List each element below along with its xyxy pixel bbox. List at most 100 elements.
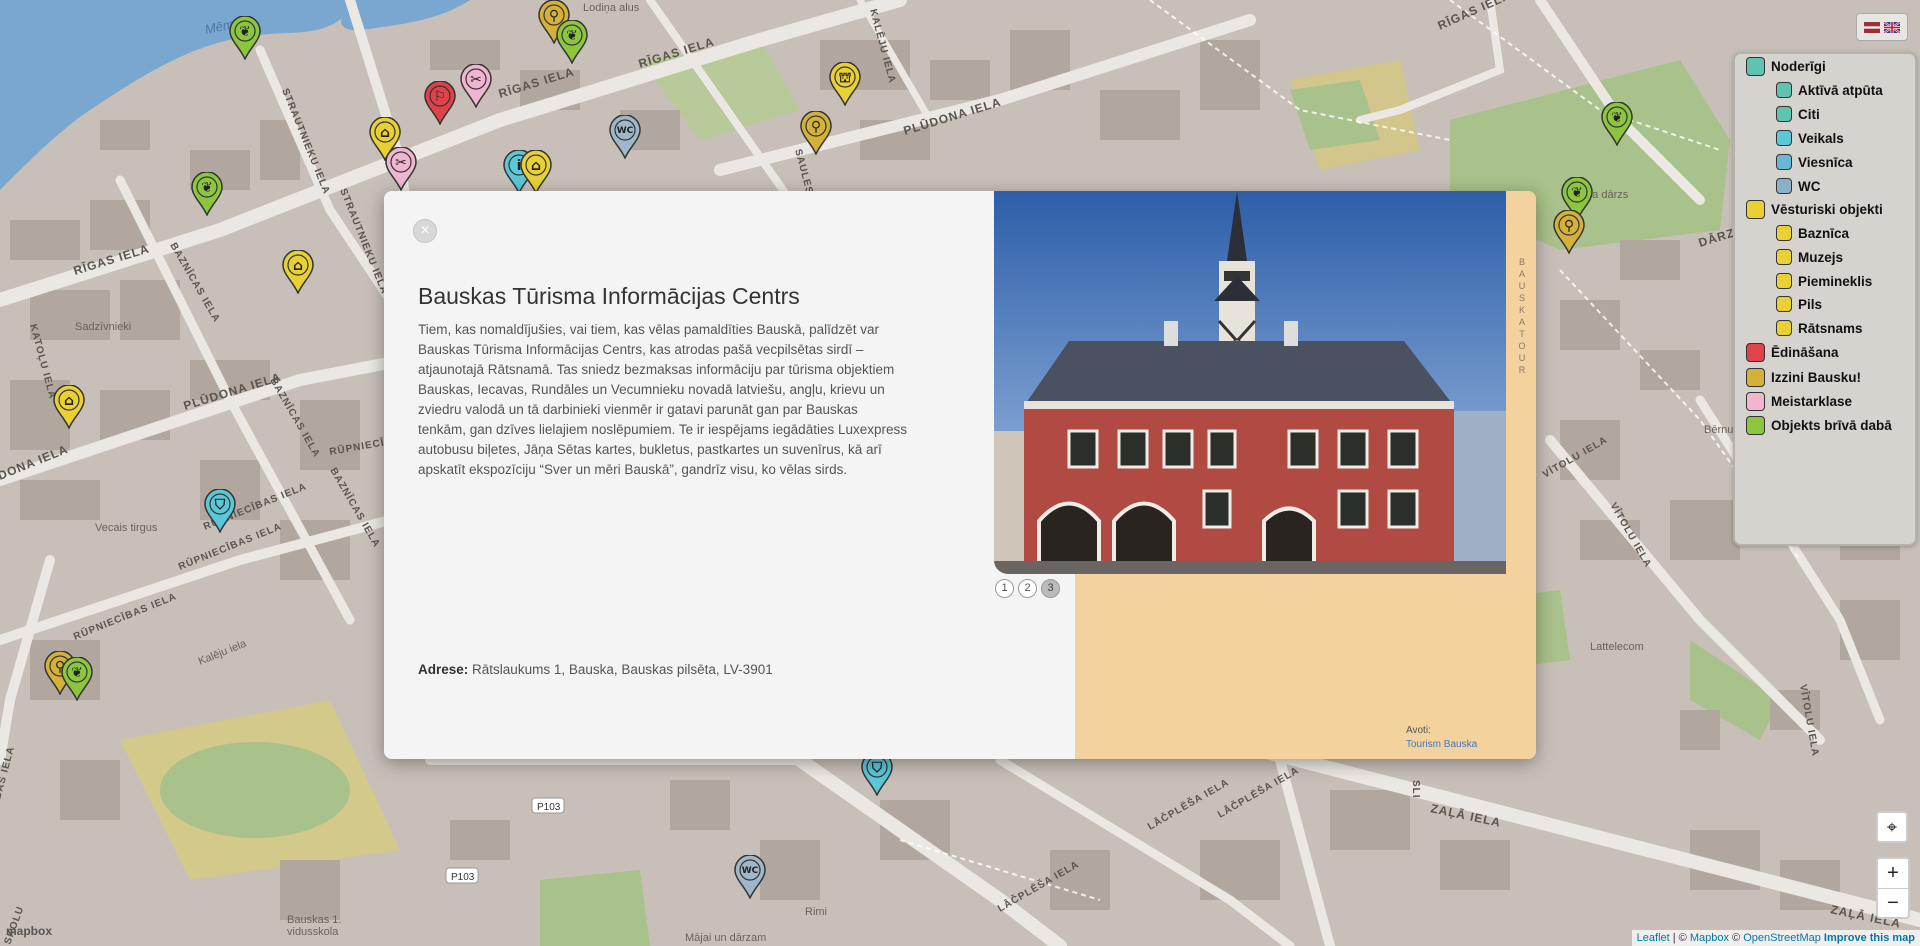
map-marker-food-icon[interactable]: ⚐ xyxy=(423,81,457,125)
legend-label: Vēsturiski objekti xyxy=(1771,201,1883,217)
svg-text:⛉: ⛉ xyxy=(871,760,883,776)
legend-item-0[interactable]: Noderīgi xyxy=(1746,55,1826,77)
legend-label: Piemineklis xyxy=(1798,273,1873,289)
svg-text:⚲: ⚲ xyxy=(1564,218,1574,234)
svg-text:⌂: ⌂ xyxy=(531,158,541,174)
poi-title: Bauskas Tūrisma Informācijas Centrs xyxy=(418,283,800,309)
legend-swatch-icon xyxy=(1746,342,1765,362)
sources-link[interactable]: Tourism Bauska xyxy=(1406,739,1477,750)
osm-link[interactable]: OpenStreetMap xyxy=(1743,932,1821,944)
legend-item-13[interactable]: Izzini Bausku! xyxy=(1746,366,1861,388)
legend-item-4[interactable]: Viesnīca xyxy=(1776,151,1853,173)
attrib-copy: © xyxy=(1728,932,1744,944)
mapbox-logo[interactable]: mapbox xyxy=(6,924,52,938)
svg-text:Bērnu: Bērnu xyxy=(1704,424,1733,436)
legend-label: Baznīca xyxy=(1798,225,1850,241)
address-value: Rātslaukums 1, Bauska, Bauskas pilsēta, … xyxy=(472,662,773,677)
legend-swatch-icon xyxy=(1776,296,1792,312)
legend-item-10[interactable]: Pils xyxy=(1776,293,1822,315)
legend-swatch-icon xyxy=(1746,199,1765,219)
poi-popup: × Bauskas Tūrisma Informācijas Centrs Ti… xyxy=(384,191,1536,759)
brand-vertical-text: BAUSKA TOUR xyxy=(1518,257,1526,375)
map-marker-explore-icon[interactable]: ⚲ xyxy=(1552,210,1586,254)
improve-map-link[interactable]: Improve this map xyxy=(1824,932,1915,944)
legend-item-14[interactable]: Meistarklase xyxy=(1746,390,1852,412)
svg-text:❦: ❦ xyxy=(71,665,83,681)
map-marker-wc-icon[interactable]: WC xyxy=(733,855,767,899)
legend-label: WC xyxy=(1798,178,1821,194)
legend-label: Pils xyxy=(1798,296,1823,312)
map-marker-monument-icon[interactable]: ⛫ xyxy=(828,62,862,106)
legend-item-6[interactable]: Vēsturiski objekti xyxy=(1746,198,1883,220)
legend-label: Noderīgi xyxy=(1771,58,1826,74)
legend-item-11[interactable]: Rātsnams xyxy=(1776,317,1863,339)
svg-text:❦: ❦ xyxy=(201,180,213,196)
svg-text:vidusskola: vidusskola xyxy=(287,926,339,938)
mapbox-link[interactable]: Mapbox xyxy=(1690,932,1729,944)
map-marker-church-icon[interactable]: ⌂ xyxy=(519,150,553,194)
latvian-flag-icon[interactable] xyxy=(1864,21,1880,33)
svg-text:⚐: ⚐ xyxy=(434,89,447,105)
legend-item-3[interactable]: Veikals xyxy=(1776,127,1844,149)
map-marker-explore-icon[interactable]: ⚲ xyxy=(799,111,833,155)
map-marker-nature-icon[interactable]: ❦ xyxy=(60,657,94,701)
legend-swatch-icon xyxy=(1776,130,1792,146)
english-flag-icon[interactable] xyxy=(1884,21,1900,33)
svg-text:WC: WC xyxy=(742,866,759,876)
legend-label: Ēdināšana xyxy=(1771,344,1839,360)
svg-text:⛉: ⛉ xyxy=(214,497,226,513)
map-marker-nature-icon[interactable]: ❦ xyxy=(228,16,262,60)
legend-swatch-icon xyxy=(1776,273,1792,289)
svg-text:⚲: ⚲ xyxy=(811,119,821,135)
zoom-in-button[interactable]: + xyxy=(1878,859,1908,889)
address-label: Adrese: xyxy=(418,662,469,677)
map-marker-master-icon[interactable]: ✂ xyxy=(384,147,418,191)
label-lodina: Lodiņa alus xyxy=(583,2,640,14)
legend-swatch-icon xyxy=(1746,367,1765,387)
leaflet-link[interactable]: Leaflet xyxy=(1637,932,1670,944)
legend-item-1[interactable]: Aktīvā atpūta xyxy=(1776,79,1883,101)
svg-text:SLI: SLI xyxy=(1410,780,1421,799)
zoom-out-button[interactable]: − xyxy=(1878,889,1908,918)
poi-photo[interactable] xyxy=(994,191,1506,574)
legend-label: Citi xyxy=(1798,106,1820,122)
legend-label: Meistarklase xyxy=(1771,393,1853,409)
legend-item-5[interactable]: WC xyxy=(1776,175,1821,197)
pager-page-1[interactable]: 1 xyxy=(995,579,1014,598)
svg-text:❦: ❦ xyxy=(1611,110,1623,126)
svg-text:⌂: ⌂ xyxy=(380,125,390,141)
legend-swatch-icon xyxy=(1746,391,1765,411)
pager-page-3[interactable]: 3 xyxy=(1041,579,1060,598)
legend-item-15[interactable]: Objekts brīvā dabā xyxy=(1746,414,1892,436)
map-marker-master-icon[interactable]: ✂ xyxy=(459,64,493,108)
map-marker-shop-icon[interactable]: ⛉ xyxy=(203,489,237,533)
map-marker-wc-icon[interactable]: WC xyxy=(608,115,642,159)
map-marker-church-icon[interactable]: ⌂ xyxy=(281,250,315,294)
sources-label: Avoti: xyxy=(1406,725,1431,736)
legend-item-8[interactable]: Muzejs xyxy=(1776,246,1843,268)
map-marker-church-icon[interactable]: ⌂ xyxy=(52,385,86,429)
svg-text:Vecais tirgus: Vecais tirgus xyxy=(95,522,158,534)
legend-swatch-icon xyxy=(1776,320,1792,336)
svg-text:P103: P103 xyxy=(537,802,561,813)
svg-text:❦: ❦ xyxy=(566,28,578,44)
pager-page-2[interactable]: 2 xyxy=(1018,579,1037,598)
close-button[interactable]: × xyxy=(413,219,437,243)
legend-item-7[interactable]: Baznīca xyxy=(1776,222,1849,244)
legend-swatch-icon xyxy=(1776,106,1792,122)
legend-label: Izzini Bausku! xyxy=(1771,369,1862,385)
map-marker-nature-icon[interactable]: ❦ xyxy=(555,20,589,64)
map-attribution: Leaflet | © Mapbox © OpenStreetMap Impro… xyxy=(1631,930,1920,946)
legend-swatch-icon xyxy=(1776,225,1792,241)
legend-item-2[interactable]: Citi xyxy=(1776,103,1820,125)
map-marker-nature-icon[interactable]: ❦ xyxy=(190,172,224,216)
legend-item-9[interactable]: Piemineklis xyxy=(1776,270,1872,292)
locate-button[interactable]: ⌖ xyxy=(1876,811,1908,843)
svg-text:Sadzīvnieki: Sadzīvnieki xyxy=(75,321,131,333)
legend-item-12[interactable]: Ēdināšana xyxy=(1746,341,1839,363)
svg-text:Rimi: Rimi xyxy=(805,906,827,918)
svg-text:❦: ❦ xyxy=(1571,185,1583,201)
map-marker-nature-icon[interactable]: ❦ xyxy=(1600,102,1634,146)
svg-text:⌂: ⌂ xyxy=(64,393,74,409)
legend-swatch-icon xyxy=(1746,56,1765,76)
